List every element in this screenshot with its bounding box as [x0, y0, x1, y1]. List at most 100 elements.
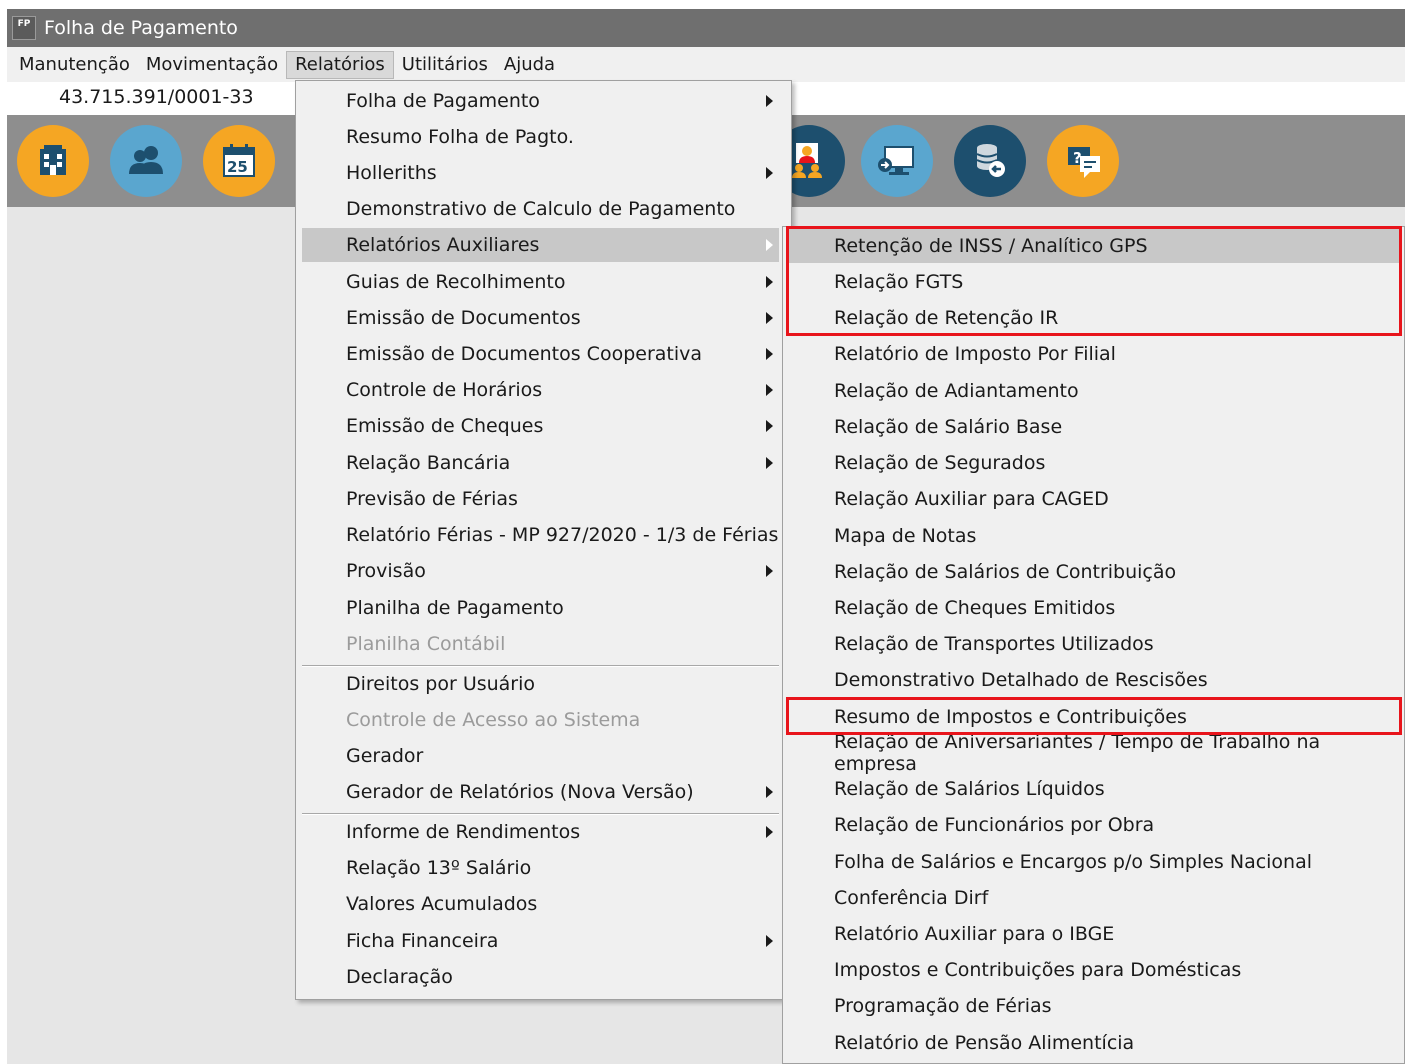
submenu-item-segurados[interactable]: Relação de Segurados [787, 446, 1402, 480]
menu-item-label: Relação 13º Salário [346, 857, 532, 879]
company-cnpj: 43.715.391/0001-33 [59, 86, 254, 108]
submenu-item-aniversariantes[interactable]: Relação de Aniversariantes / Tempo de Tr… [787, 731, 1402, 775]
submenu-item-adiantamento[interactable]: Relação de Adiantamento [787, 374, 1402, 408]
menu-item-label: Declaração [346, 966, 453, 988]
menu-bar: Manutenção Movimentação Relatórios Utili… [7, 47, 1405, 82]
menu-item-label: Emissão de Documentos [346, 307, 581, 329]
menu-item-resumo-folha[interactable]: Resumo Folha de Pagto. [302, 120, 779, 154]
submenu-item-ibge[interactable]: Relatório Auxiliar para o IBGE [787, 917, 1402, 951]
submenu-item-imposto-filial[interactable]: Relatório de Imposto Por Filial [787, 337, 1402, 371]
menu-item-label: Direitos por Usuário [346, 673, 536, 695]
submenu-item-rescisoes[interactable]: Demonstrativo Detalhado de Rescisões [787, 663, 1402, 697]
remote-access-icon[interactable] [861, 125, 933, 197]
menu-item-label: Demonstrativo Detalhado de Rescisões [834, 669, 1208, 691]
menu-item-label: Emissão de Cheques [346, 415, 544, 437]
menu-item-emissao-cheques[interactable]: Emissão de Cheques [302, 409, 779, 443]
menu-item-gerador-relatorios[interactable]: Gerador de Relatórios (Nova Versão) [302, 775, 779, 809]
menu-item-label: Relação de Aniversariantes / Tempo de Tr… [834, 731, 1321, 775]
menu-item-label: Gerador [346, 745, 424, 767]
menu-item-label: Emissão de Documentos Cooperativa [346, 343, 703, 365]
employees-icon[interactable] [110, 125, 182, 197]
submenu-arrow-icon [766, 276, 773, 288]
submenu-item-domesticas[interactable]: Impostos e Contribuições para Domésticas [787, 953, 1402, 987]
menu-item-label: Relação de Cheques Emitidos [834, 597, 1116, 619]
menu-item-label: Provisão [346, 560, 426, 582]
menu-item-planilha-pagamento[interactable]: Planilha de Pagamento [302, 591, 779, 625]
menu-item-label: Relação de Segurados [834, 452, 1046, 474]
database-backup-icon[interactable] [954, 125, 1026, 197]
menu-item-label: Relação de Salários de Contribuição [834, 561, 1177, 583]
menu-item-controle-horarios[interactable]: Controle de Horários [302, 373, 779, 407]
menu-utilitarios[interactable]: Utilitários [394, 51, 496, 79]
menu-item-label: Relação Auxiliar para CAGED [834, 488, 1109, 510]
menu-ajuda[interactable]: Ajuda [496, 51, 563, 79]
help-support-icon[interactable]: ? [1047, 125, 1119, 197]
submenu-item-salario-base[interactable]: Relação de Salário Base [787, 410, 1402, 444]
submenu-arrow-icon [766, 565, 773, 577]
window-title: Folha de Pagamento [44, 17, 238, 39]
menu-item-gerador[interactable]: Gerador [302, 739, 779, 773]
title-bar: FP Folha de Pagamento [7, 9, 1405, 47]
menu-item-valores-acumulados[interactable]: Valores Acumulados [302, 887, 779, 921]
submenu-item-salarios-liquidos[interactable]: Relação de Salários Líquidos [787, 772, 1402, 806]
menu-item-label: Relatório de Pensão Alimentícia [834, 1032, 1135, 1054]
menu-item-holleriths[interactable]: Holleriths [302, 156, 779, 190]
menu-item-label: Impostos e Contribuições para Domésticas [834, 959, 1242, 981]
menu-movimentacao[interactable]: Movimentação [138, 51, 286, 79]
menu-item-relacao-13-salario[interactable]: Relação 13º Salário [302, 851, 779, 885]
menu-item-label: Demonstrativo de Calculo de Pagamento [346, 198, 736, 220]
submenu-item-funcionarios-obra[interactable]: Relação de Funcionários por Obra [787, 808, 1402, 842]
submenu-item-mapa-notas[interactable]: Mapa de Notas [787, 519, 1402, 553]
submenu-arrow-icon [766, 457, 773, 469]
menu-item-label: Relação de Salário Base [834, 416, 1063, 438]
submenu-item-pensao-alimenticia[interactable]: Relatório de Pensão Alimentícia [787, 1026, 1402, 1060]
menu-item-label: Resumo Folha de Pagto. [346, 126, 574, 148]
company-icon[interactable] [17, 125, 89, 197]
menu-item-emissao-documentos-cooperativa[interactable]: Emissão de Documentos Cooperativa [302, 337, 779, 371]
submenu-item-transportes[interactable]: Relação de Transportes Utilizados [787, 627, 1402, 661]
menu-manutencao[interactable]: Manutenção [11, 51, 138, 79]
menu-item-label: Gerador de Relatórios (Nova Versão) [346, 781, 694, 803]
submenu-arrow-icon [766, 935, 773, 947]
menu-item-demonstrativo-calculo[interactable]: Demonstrativo de Calculo de Pagamento [302, 192, 779, 226]
submenu-item-simples-nacional[interactable]: Folha de Salários e Encargos p/o Simples… [787, 845, 1402, 879]
menu-item-relacao-bancaria[interactable]: Relação Bancária [302, 446, 779, 480]
menu-item-declaracao[interactable]: Declaração [302, 960, 779, 994]
submenu-item-caged[interactable]: Relação Auxiliar para CAGED [787, 482, 1402, 516]
submenu-item-cheques-emitidos[interactable]: Relação de Cheques Emitidos [787, 591, 1402, 625]
menu-item-label: Relação de Transportes Utilizados [834, 633, 1154, 655]
menu-item-emissao-documentos[interactable]: Emissão de Documentos [302, 301, 779, 335]
menu-item-label: Relatório Férias - MP 927/2020 - 1/3 de … [346, 524, 779, 546]
aux-reports-submenu: Retenção de INSS / Analítico GPS Relação… [782, 226, 1405, 1064]
submenu-item-salarios-contribuicao[interactable]: Relação de Salários de Contribuição [787, 555, 1402, 589]
menu-item-label: Controle de Acesso ao Sistema [346, 709, 641, 731]
menu-item-label: Relação de Adiantamento [834, 380, 1079, 402]
menu-item-relatorios-auxiliares[interactable]: Relatórios Auxiliares [302, 228, 779, 262]
menu-relatorios[interactable]: Relatórios [286, 50, 394, 79]
menu-item-provisao[interactable]: Provisão [302, 554, 779, 588]
menu-item-ficha-financeira[interactable]: Ficha Financeira [302, 924, 779, 958]
menu-item-direitos-usuario[interactable]: Direitos por Usuário [302, 667, 779, 701]
menu-item-previsao-ferias[interactable]: Previsão de Férias [302, 482, 779, 516]
submenu-item-conferencia-dirf[interactable]: Conferência Dirf [787, 881, 1402, 915]
calendar-icon[interactable]: 25 [203, 125, 275, 197]
reports-menu: Folha de Pagamento Resumo Folha de Pagto… [295, 80, 792, 1000]
menu-item-guias-recolhimento[interactable]: Guias de Recolhimento [302, 265, 779, 299]
menu-item-label: Relatórios Auxiliares [346, 234, 540, 256]
menu-item-label: Mapa de Notas [834, 525, 977, 547]
menu-item-folha-de-pagamento[interactable]: Folha de Pagamento [302, 84, 779, 118]
menu-item-label: Guias de Recolhimento [346, 271, 566, 293]
submenu-arrow-icon [766, 95, 773, 107]
menu-item-informe-rendimentos[interactable]: Informe de Rendimentos [302, 815, 779, 849]
menu-item-label: Folha de Salários e Encargos p/o Simples… [834, 851, 1313, 873]
submenu-arrow-icon [766, 239, 773, 251]
menu-item-label: Conferência Dirf [834, 887, 989, 909]
submenu-arrow-icon [766, 420, 773, 432]
menu-item-label: Relação Bancária [346, 452, 511, 474]
submenu-arrow-icon [766, 312, 773, 324]
menu-item-relatorio-ferias-mp[interactable]: Relatório Férias - MP 927/2020 - 1/3 de … [302, 518, 779, 552]
submenu-item-programacao-ferias[interactable]: Programação de Férias [787, 989, 1402, 1023]
annotation-box-resumo [786, 697, 1402, 735]
menu-item-label: Relação de Salários Líquidos [834, 778, 1105, 800]
menu-item-label: Informe de Rendimentos [346, 821, 581, 843]
